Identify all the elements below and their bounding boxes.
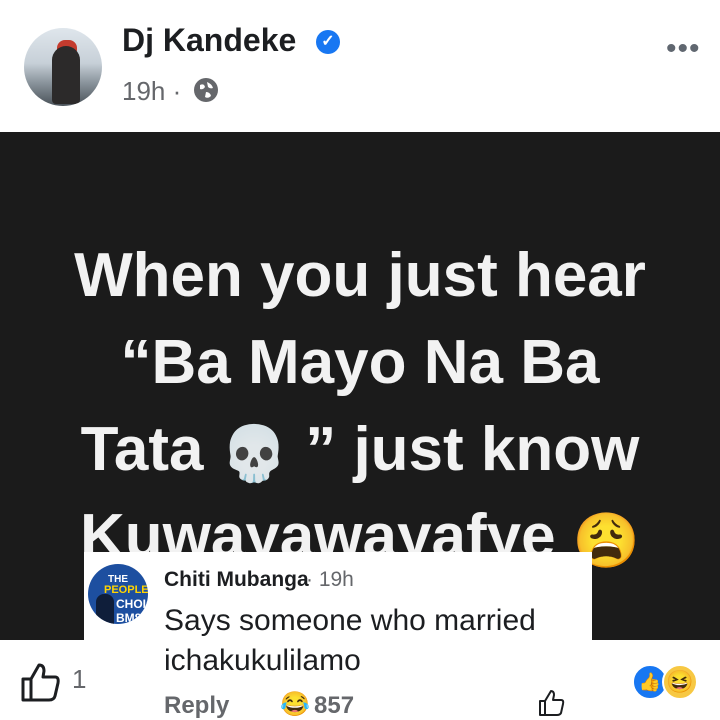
avatar-person [96,594,114,624]
image-text-fragment: ” just know [305,415,640,484]
post-time[interactable]: 19h · [122,76,181,107]
avatar-text: CHOICE BM8 [116,597,148,624]
comment-time[interactable]: · 19h [306,568,354,592]
image-text-line: “Ba Mayo Na Ba [120,328,600,397]
comment-card: THE PEOPLE CHOICE BM8 Chiti Mubanga · 19… [84,552,592,720]
avatar-figure [52,46,80,104]
comment-text: Says someone who married [164,604,536,637]
post-like-count[interactable]: 1 [72,664,86,695]
post-image-text: When you just hear “Ba Mayo Na Ba Tata 💀… [0,232,720,580]
verified-badge-icon: ✓ [316,30,340,54]
post-header: Dj Kandeke ✓ 19h · ••• [0,0,720,132]
haha-icon: 😂 [280,691,310,718]
reactions-summary[interactable]: 👍 😆 [632,664,702,700]
commenter-avatar[interactable]: THE PEOPLE CHOICE BM8 [88,564,148,624]
haha-reaction-icon: 😆 [662,664,698,700]
comment-text: ichakukulilamo [164,644,361,677]
commenter-name[interactable]: Chiti Mubanga [164,568,309,592]
author-name[interactable]: Dj Kandeke [122,22,296,59]
globe-icon [194,78,218,102]
avatar-text: PEOPLE [104,584,148,596]
skull-emoji: 💀 [220,423,288,484]
author-avatar[interactable] [24,28,102,106]
like-icon[interactable] [18,660,62,704]
image-text-line: When you just hear [74,241,646,310]
comment-reaction-count[interactable]: 857 [314,692,354,720]
like-icon[interactable] [536,688,566,718]
reply-button[interactable]: Reply [164,692,229,720]
more-options-button[interactable]: ••• [666,32,701,66]
image-text-fragment: Tata [80,415,204,484]
image-text-line: Tata 💀 ” just know [0,406,720,493]
